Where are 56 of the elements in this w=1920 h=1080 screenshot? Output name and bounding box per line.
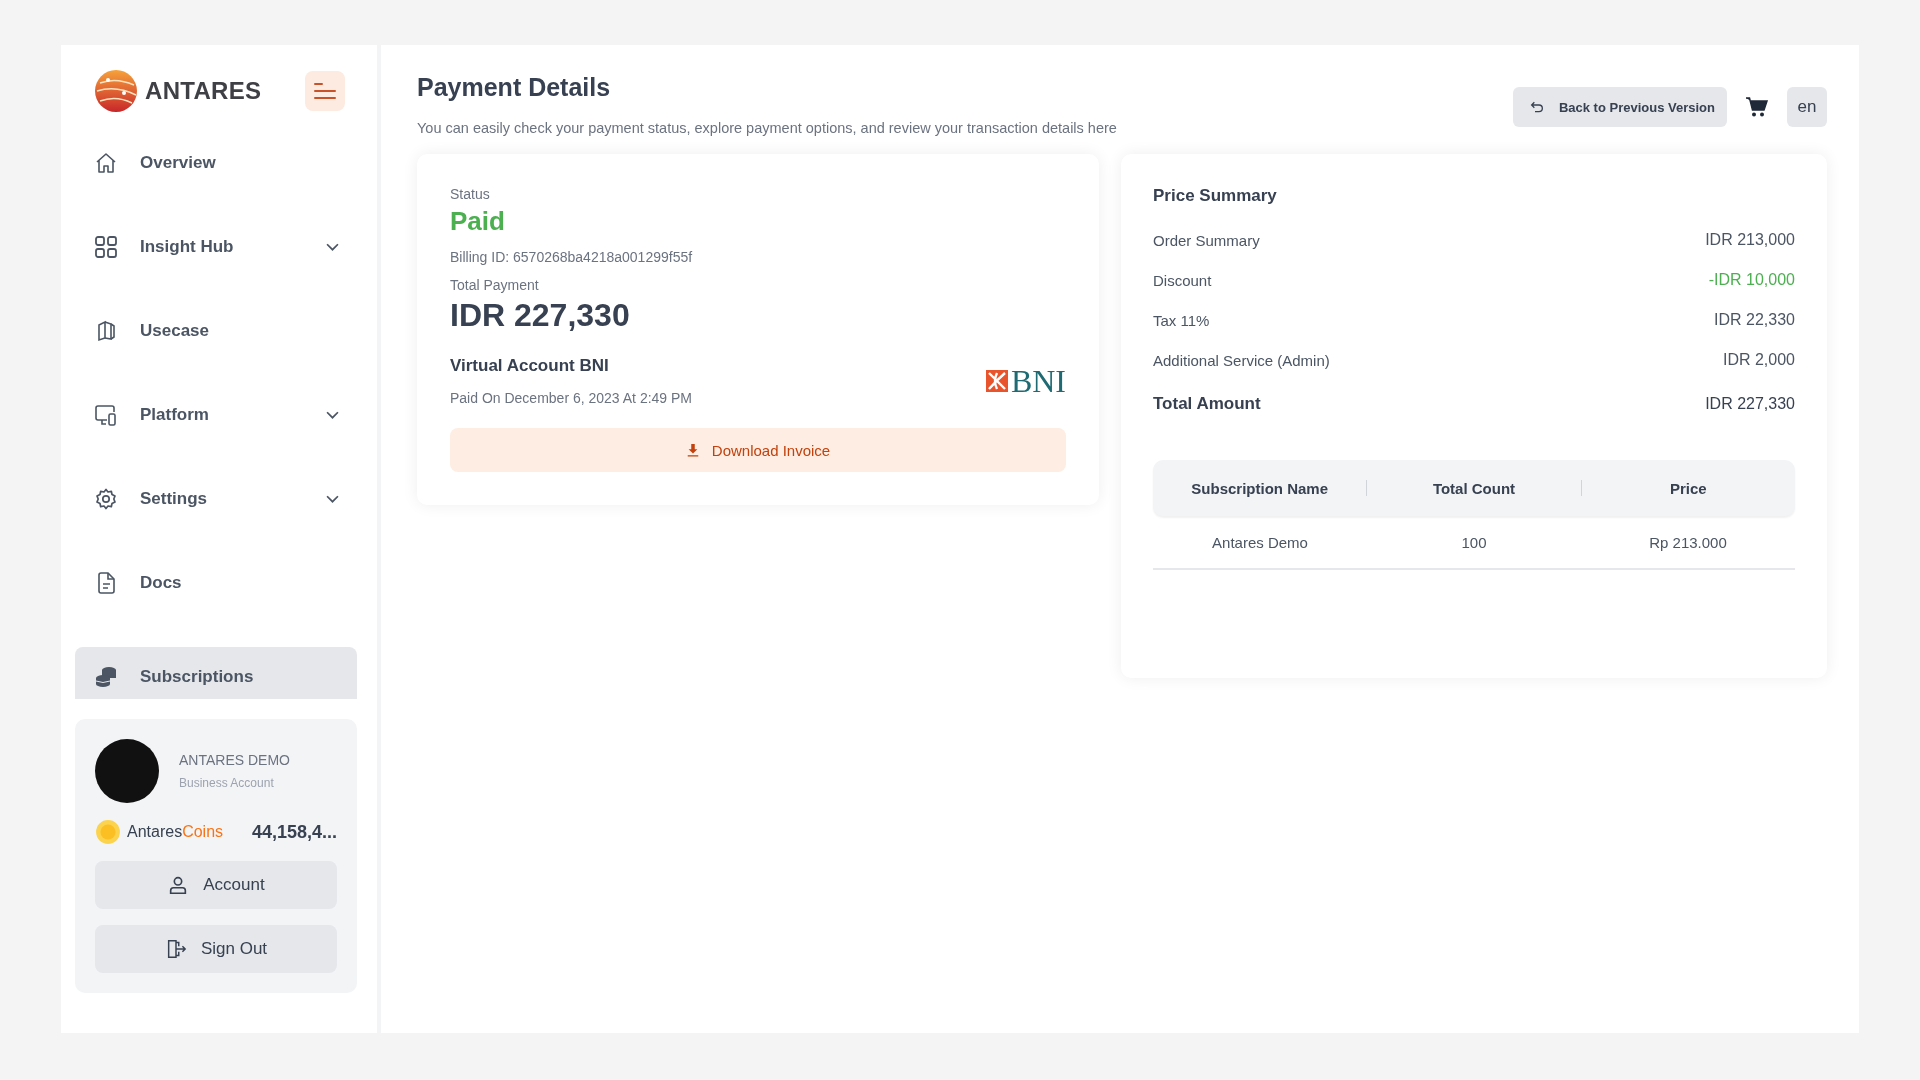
account-type: Business Account [179,776,275,790]
paid-on-date: Paid On December 6, 2023 At 2:49 PM [450,390,694,406]
summary-label: Tax 11% [1153,311,1210,329]
summary-label: Discount [1153,271,1212,289]
payment-method: Virtual Account BNI [450,356,610,376]
coins-icon [94,665,118,689]
sidebar-item[interactable]: Overview [75,143,357,183]
account-button[interactable]: Account [95,861,337,909]
summary-label: Order Summary [1153,231,1260,249]
status-label: Status [450,186,491,202]
table-cell-text: 100 [1460,533,1488,551]
sidebar-item[interactable]: Docs [75,563,357,603]
back-to-previous-version-button[interactable]: Back to Previous Version [1512,87,1727,127]
summary-value: IDR 22,330 [1714,311,1795,329]
summary-label: Additional Service (Admin) [1153,351,1330,369]
sidebar-item[interactable]: Usecase [75,311,357,351]
coins-label: AntaresCoins [127,823,224,841]
cart-icon[interactable] [1745,95,1769,119]
page-subtitle: You can easily check your payment status, explore payment options, and review your transaction details here [417,120,1118,136]
antares-logo-icon [94,69,138,113]
language-button[interactable]: en [1787,87,1827,127]
page-title: Payment Details [417,73,612,102]
home-icon [94,151,118,175]
menu-icon [313,82,337,100]
download-invoice-button[interactable]: Download Invoice [450,428,1066,472]
sidebar-item[interactable]: Subscriptions [75,647,357,697]
coins-value: 44,158,4... [251,821,337,843]
account-name: ANTARES DEMO [179,752,290,768]
bank-logo: BNI [985,362,1066,400]
column-header: Total Count [1431,479,1517,497]
brand-name: ANTARES [145,77,262,105]
grid-icon [94,235,118,259]
sidebar-item[interactable]: Settings [75,479,357,519]
billing-id: Billing ID: 6570268ba4218a001299f55f [450,249,694,265]
total-payment-label: Total Payment [450,277,540,293]
table-cell-text: Antares Demo [1211,533,1309,551]
sign-out-button[interactable]: Sign Out [95,925,337,973]
column-header: Subscription Name [1190,479,1329,497]
download-icon [685,443,700,457]
sidebar-item[interactable]: Insight Hub [75,227,357,267]
sidebar-item[interactable]: Platform [75,395,357,435]
summary-value: IDR 213,000 [1705,231,1795,249]
settings-icon [94,487,118,511]
table-cell-text: Rp 213.000 [1648,533,1728,551]
total-payment-amount: IDR 227,330 [450,297,631,334]
column-header: Price [1668,479,1708,497]
summary-value: -IDR 10,000 [1708,271,1795,289]
coin-icon [95,819,121,845]
summary-value: IDR 2,000 [1722,351,1795,369]
undo-icon [1528,99,1545,115]
status-value: Paid [450,206,506,237]
summary-label: Total Amount [1153,394,1261,414]
price-summary-title: Price Summary [1153,186,1278,206]
menu-toggle-button[interactable] [305,71,345,111]
summary-value: IDR 227,330 [1705,395,1795,413]
devices-icon [94,403,118,427]
